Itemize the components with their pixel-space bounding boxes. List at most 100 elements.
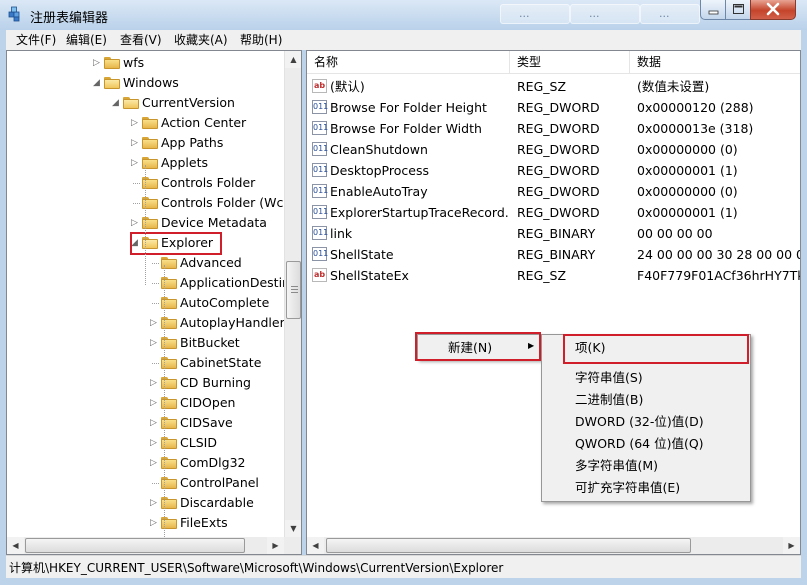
- registry-key-tree[interactable]: ▷ wfs ◢ Windows ◢ CurrentVersion ▷ Action Cente…: [6, 50, 302, 555]
- tree-item-label: AutoplayHandler: [180, 315, 285, 330]
- collapse-arrow-icon[interactable]: ◢: [93, 73, 102, 93]
- tree-item-label: ApplicationDestin: [180, 275, 290, 290]
- tree-guide-line: [145, 165, 147, 285]
- expand-arrow-icon[interactable]: ▷: [150, 333, 159, 353]
- tree-hscroll-thumb[interactable]: [25, 538, 245, 553]
- tree-item-label: BitBucket: [180, 335, 240, 350]
- expand-arrow-icon[interactable]: ▷: [150, 453, 159, 473]
- expand-arrow-icon[interactable]: ▷: [150, 433, 159, 453]
- menu-help[interactable]: 帮助(H): [240, 32, 282, 48]
- folder-icon: [142, 137, 158, 149]
- tree-item-label: Device Metadata: [161, 215, 267, 230]
- scroll-up-arrow-icon[interactable]: ▲: [285, 51, 301, 68]
- binary-value-icon: 011: [312, 163, 328, 177]
- expand-arrow-icon[interactable]: ▷: [150, 313, 159, 333]
- value-name: EnableAutoTray: [330, 184, 428, 199]
- maximize-button[interactable]: [725, 0, 751, 20]
- tree-vertical-scrollbar[interactable]: ▲ ▼: [284, 51, 301, 537]
- string-value-icon: ab: [312, 79, 327, 93]
- collapse-arrow-icon[interactable]: ◢: [112, 93, 121, 113]
- expand-arrow-icon[interactable]: ▷: [93, 53, 102, 73]
- scroll-right-arrow-icon[interactable]: ▶: [783, 537, 800, 554]
- value-data: 24 00 00 00 30 28 00 00 00: [637, 247, 801, 262]
- expand-arrow-icon[interactable]: ▷: [131, 133, 140, 153]
- submenu-item-expandable-string[interactable]: 可扩充字符串值(E): [575, 477, 680, 498]
- scroll-left-arrow-icon[interactable]: ◀: [7, 537, 24, 554]
- scroll-left-arrow-icon[interactable]: ◀: [307, 537, 324, 554]
- table-row[interactable]: 011 Browse For Folder Height REG_DWORD 0x00…: [307, 97, 800, 118]
- table-row[interactable]: 011 ShellState REG_BINARY 24 00 00 00 30 28…: [307, 244, 801, 265]
- close-icon: [766, 2, 780, 16]
- tree-scroll-thumb[interactable]: [286, 261, 301, 319]
- value-data: 0x00000000 (0): [637, 142, 738, 157]
- value-data: F40F779F01ACf36hrHY7Tkug: [637, 268, 800, 283]
- highlight-box-new: [415, 332, 541, 361]
- value-type: REG_SZ: [517, 79, 567, 94]
- value-type: REG_DWORD: [517, 100, 600, 115]
- status-path: 计算机\HKEY_CURRENT_USER\Software\Microsoft…: [9, 561, 504, 575]
- expand-arrow-icon[interactable]: ▷: [150, 513, 159, 533]
- tree-item-label: AutoComplete: [180, 295, 270, 310]
- value-name: Browse For Folder Height: [330, 100, 487, 115]
- value-type: REG_DWORD: [517, 163, 600, 178]
- column-header-name[interactable]: 名称: [307, 51, 510, 73]
- folder-icon: [142, 117, 158, 129]
- table-row[interactable]: 011 DesktopProcess REG_DWORD 0x00000001 (1): [307, 160, 800, 181]
- value-name: ShellState: [330, 247, 394, 262]
- value-type: REG_DWORD: [517, 205, 600, 220]
- expand-arrow-icon[interactable]: ▷: [150, 413, 159, 433]
- menu-favorites[interactable]: 收藏夹(A): [174, 32, 228, 48]
- submenu-item-dword[interactable]: DWORD (32-位)值(D): [575, 411, 704, 432]
- background-taskbar-previews: ... ... ...: [500, 4, 700, 24]
- submenu-item-binary[interactable]: 二进制值(B): [575, 389, 643, 410]
- scroll-right-arrow-icon[interactable]: ▶: [267, 537, 284, 554]
- value-data: (数值未设置): [637, 79, 710, 94]
- value-name: DesktopProcess: [330, 163, 429, 178]
- minimize-icon: [708, 10, 719, 15]
- tree-item-label: ControlPanel: [180, 475, 259, 490]
- tree-horizontal-scrollbar[interactable]: ◀ ▶: [7, 537, 284, 554]
- folder-open-icon: [123, 97, 139, 109]
- table-row[interactable]: 011 EnableAutoTray REG_DWORD 0x00000000 (0): [307, 181, 800, 202]
- value-type: REG_SZ: [517, 268, 567, 283]
- table-row[interactable]: 011 ExplorerStartupTraceRecord... REG_DWOR…: [307, 202, 800, 223]
- submenu-item-qword[interactable]: QWORD (64 位)值(Q): [575, 433, 704, 454]
- expand-arrow-icon[interactable]: ▷: [131, 213, 140, 233]
- highlight-box-key: [563, 334, 749, 364]
- menu-bar: 文件(F) 编辑(E) 查看(V) 收藏夹(A) 帮助(H): [6, 30, 801, 50]
- list-horizontal-scrollbar[interactable]: ◀ ▶: [307, 537, 800, 554]
- scrollbar-corner: [284, 537, 301, 554]
- tree-item-label: Controls Folder (Wc: [161, 195, 284, 210]
- scroll-down-arrow-icon[interactable]: ▼: [285, 520, 301, 537]
- value-name: ShellStateEx: [330, 268, 409, 283]
- table-row[interactable]: 011 link REG_BINARY 00 00 00 00: [307, 223, 800, 244]
- expand-arrow-icon[interactable]: ▷: [150, 493, 159, 513]
- value-type: REG_BINARY: [517, 226, 596, 241]
- menu-view[interactable]: 查看(V): [120, 32, 162, 48]
- maximize-icon: [733, 4, 744, 14]
- table-row[interactable]: ab ShellStateEx REG_SZ F40F779F01ACf36hrHY7…: [307, 265, 800, 286]
- column-header-type[interactable]: 类型: [510, 51, 630, 73]
- close-button[interactable]: [750, 0, 796, 20]
- table-row[interactable]: 011 Browse For Folder Width REG_DWORD 0x000…: [307, 118, 800, 139]
- tree-item-label: Action Center: [161, 115, 247, 130]
- expand-arrow-icon[interactable]: ▷: [150, 393, 159, 413]
- expand-arrow-icon[interactable]: ▷: [150, 373, 159, 393]
- binary-value-icon: 011: [312, 205, 328, 219]
- menu-edit[interactable]: 编辑(E): [66, 32, 107, 48]
- folder-open-icon: [104, 77, 120, 89]
- list-hscroll-thumb[interactable]: [326, 538, 691, 553]
- menu-file[interactable]: 文件(F): [16, 32, 56, 48]
- value-name: link: [330, 226, 353, 241]
- submenu-item-string[interactable]: 字符串值(S): [575, 367, 643, 388]
- table-row[interactable]: 011 CleanShutdown REG_DWORD 0x00000000 (0): [307, 139, 800, 160]
- binary-value-icon: 011: [312, 247, 328, 261]
- title-bar[interactable]: 注册表编辑器 ... ... ...: [0, 0, 807, 30]
- column-header-data[interactable]: 数据: [630, 51, 800, 73]
- submenu-item-multi-string[interactable]: 多字符串值(M): [575, 455, 658, 476]
- table-row[interactable]: ab (默认) REG_SZ (数值未设置): [307, 76, 800, 97]
- expand-arrow-icon[interactable]: ▷: [131, 113, 140, 133]
- minimize-button[interactable]: [700, 0, 726, 20]
- expand-arrow-icon[interactable]: ▷: [131, 153, 140, 173]
- value-name: CleanShutdown: [330, 142, 428, 157]
